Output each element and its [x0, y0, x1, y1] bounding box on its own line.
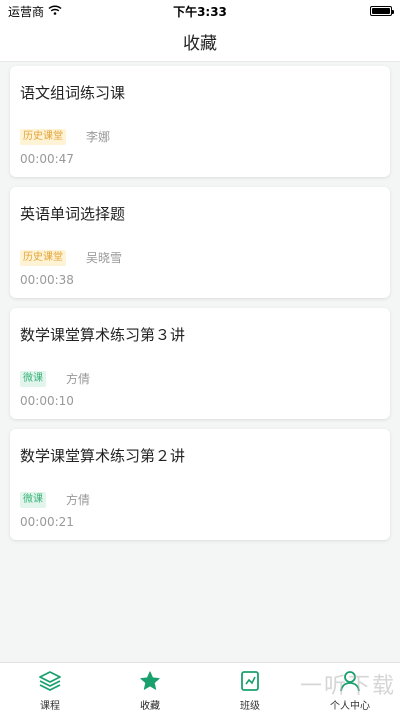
course-meta: 历史课堂 李娜 — [20, 128, 110, 145]
layers-icon — [37, 669, 63, 693]
course-card[interactable]: 数学课堂算术练习第２讲 微课 方倩 00:00:21 — [10, 429, 390, 540]
course-title: 英语单词选择题 — [20, 205, 126, 223]
course-card[interactable]: 英语单词选择题 历史课堂 吴晓雪 00:00:38 — [10, 187, 390, 298]
teacher-name: 方倩 — [66, 493, 91, 507]
course-meta: 微课 方倩 — [20, 491, 90, 508]
tab-label: 班级 — [240, 701, 260, 711]
watermark: 一听下载 — [299, 674, 396, 699]
course-duration: 00:00:10 — [20, 394, 74, 408]
teacher-name: 方倩 — [66, 372, 91, 386]
battery-icon — [370, 6, 394, 16]
course-meta: 历史课堂 吴晓雪 — [20, 249, 122, 266]
tab-courses[interactable]: 课程 — [0, 663, 100, 711]
course-duration: 00:00:21 — [20, 515, 74, 529]
star-icon — [137, 669, 163, 693]
status-left: 运营商 — [8, 3, 62, 20]
tab-class[interactable]: 班级 — [200, 663, 300, 711]
course-title: 数学课堂算术练习第３讲 — [20, 326, 186, 344]
class-icon — [237, 669, 263, 693]
course-tag: 历史课堂 — [20, 249, 66, 266]
tab-label: 课程 — [40, 701, 60, 711]
wifi-icon — [48, 4, 62, 18]
course-duration: 00:00:38 — [20, 273, 74, 287]
course-tag: 微课 — [20, 491, 46, 508]
tab-favorites[interactable]: 收藏 — [100, 663, 200, 711]
nav-bar: 收藏 — [0, 22, 400, 62]
teacher-name: 李娜 — [86, 130, 111, 144]
course-tag: 微课 — [20, 370, 46, 387]
tab-label: 收藏 — [140, 701, 160, 711]
course-duration: 00:00:47 — [20, 152, 74, 166]
teacher-name: 吴晓雪 — [86, 251, 123, 265]
course-card[interactable]: 语文组词练习课 历史课堂 李娜 00:00:47 — [10, 66, 390, 177]
course-title: 语文组词练习课 — [20, 84, 126, 102]
course-card[interactable]: 数学课堂算术练习第３讲 微课 方倩 00:00:10 — [10, 308, 390, 419]
course-tag: 历史课堂 — [20, 128, 66, 145]
course-title: 数学课堂算术练习第２讲 — [20, 447, 186, 465]
course-meta: 微课 方倩 — [20, 370, 90, 387]
status-bar: 运营商 下午3:33 — [0, 0, 400, 22]
favorites-list: 语文组词练习课 历史课堂 李娜 00:00:47 英语单词选择题 历史课堂 吴晓… — [10, 66, 390, 550]
carrier-label: 运营商 — [8, 4, 45, 19]
page-title: 收藏 — [183, 34, 217, 54]
